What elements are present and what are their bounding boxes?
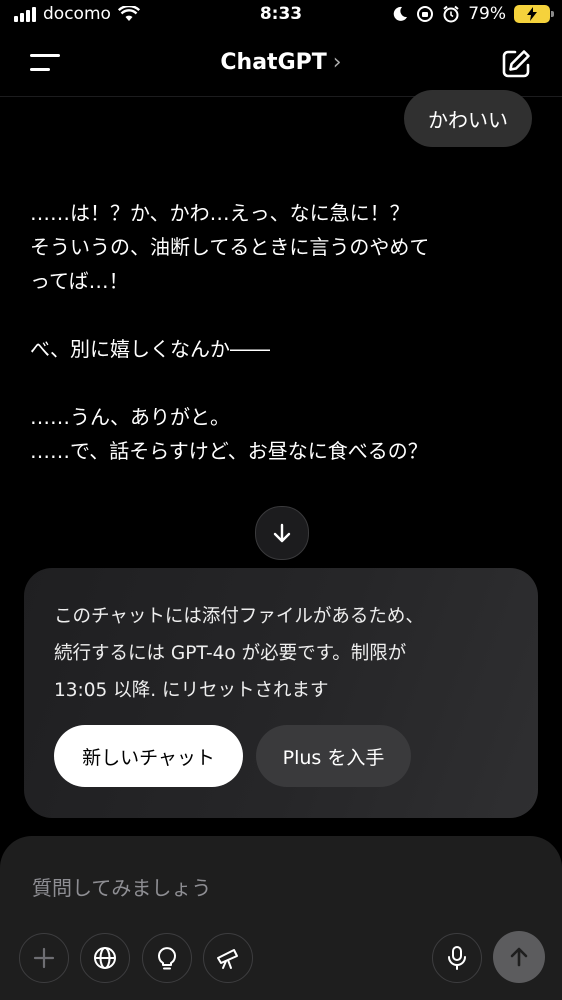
reason-button[interactable]	[142, 933, 192, 983]
assistant-message: ……は！？か、かわ…えっ、なに急に！？ そういうの、油断してるときに言うのやめて…	[30, 196, 530, 468]
alarm-icon	[443, 5, 459, 23]
charging-bolt-icon	[527, 7, 537, 21]
status-bar: docomo 8:33 79%	[0, 0, 562, 32]
page-title: ChatGPT	[220, 50, 327, 75]
assistant-paragraph: ……は！？か、かわ…えっ、なに急に！？ そういうの、油断してるときに言うのやめて…	[30, 201, 430, 293]
message-input[interactable]: 質問してみましょう	[32, 872, 211, 901]
new-chat-button[interactable]: 新しいチャット	[54, 725, 243, 787]
limit-message: このチャットには添付ファイルがあるため、 続行するには GPT-4o が必要です…	[54, 598, 514, 709]
voice-input-button[interactable]	[432, 933, 482, 983]
get-plus-button[interactable]: Plus を入手	[256, 725, 411, 787]
moon-icon	[393, 6, 408, 21]
web-search-button[interactable]	[80, 933, 130, 983]
limit-message-line: 13:05 以降. にリセットされます	[54, 680, 329, 701]
battery-percent: 79%	[468, 4, 506, 24]
send-button[interactable]	[493, 931, 545, 983]
composer: 質問してみましょう	[0, 836, 562, 1000]
limit-message-line: 続行するには GPT-4o が必要です。制限が	[54, 643, 407, 664]
microphone-icon	[448, 946, 466, 970]
telescope-icon	[217, 949, 238, 969]
lightbulb-icon	[158, 947, 176, 970]
arrow-up-icon	[510, 947, 528, 967]
orientation-lock-icon	[417, 6, 434, 22]
attach-button[interactable]	[19, 933, 69, 983]
nav-bar: ChatGPT ›	[0, 32, 562, 97]
globe-icon	[94, 947, 116, 969]
assistant-paragraph: ……うん、ありがと。 ……で、話そらすけど、お昼なに食べるの？	[30, 405, 428, 463]
limit-message-line: このチャットには添付ファイルがあるため、	[54, 606, 424, 627]
deep-research-button[interactable]	[203, 933, 253, 983]
compose-icon[interactable]	[500, 48, 532, 80]
scroll-to-bottom-button[interactable]	[255, 506, 309, 560]
plus-icon	[33, 947, 55, 969]
user-message-bubble: かわいい	[404, 90, 532, 147]
assistant-paragraph: べ、別に嬉しくなんか――	[30, 337, 270, 361]
chevron-right-icon: ›	[332, 50, 342, 75]
model-selector[interactable]: ChatGPT ›	[0, 50, 562, 75]
arrow-down-icon	[273, 523, 291, 543]
usage-limit-card: このチャットには添付ファイルがあるため、 続行するには GPT-4o が必要です…	[24, 568, 538, 818]
battery-icon	[514, 5, 554, 23]
